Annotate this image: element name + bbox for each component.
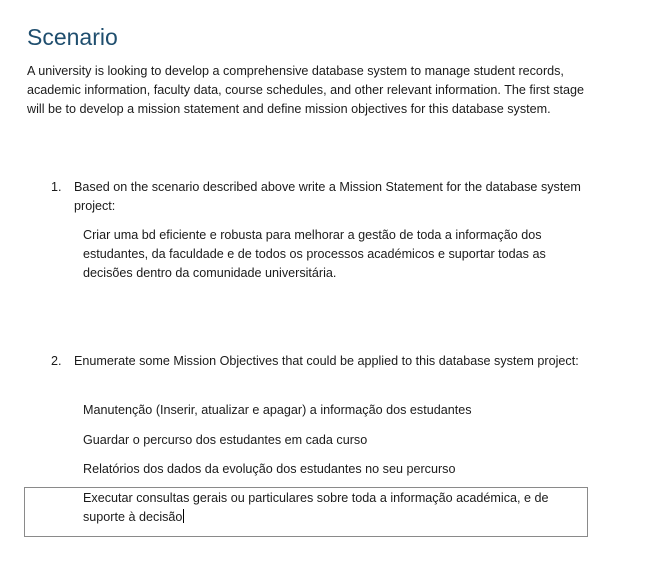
objective-item[interactable]: Relatórios dos dados da evolução dos est… — [83, 460, 588, 479]
document-page: Scenario A university is looking to deve… — [0, 0, 672, 568]
question-1-number: 1. — [51, 180, 62, 194]
mission-statement-answer[interactable]: Criar uma bd eficiente e robusta para me… — [83, 226, 583, 283]
text-caret — [183, 509, 185, 523]
objective-item-text[interactable]: Executar consultas gerais ou particulare… — [83, 491, 549, 524]
scenario-paragraph[interactable]: A university is looking to develop a com… — [27, 62, 587, 119]
objective-item-editing[interactable]: Executar consultas gerais ou particulare… — [83, 489, 588, 527]
question-2-text[interactable]: Enumerate some Mission Objectives that c… — [74, 352, 594, 371]
objective-item[interactable]: Guardar o percurso dos estudantes em cad… — [83, 431, 588, 450]
question-2-number: 2. — [51, 354, 62, 368]
objective-item[interactable]: Manutenção (Inserir, atualizar e apagar)… — [83, 401, 588, 420]
scenario-heading: Scenario — [27, 24, 118, 50]
question-1-text[interactable]: Based on the scenario described above wr… — [74, 178, 594, 216]
